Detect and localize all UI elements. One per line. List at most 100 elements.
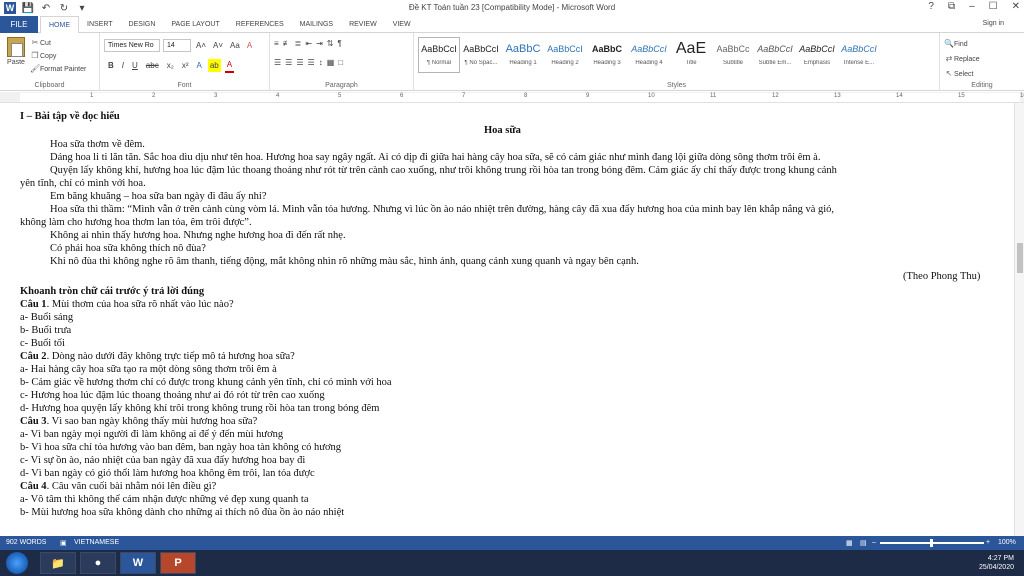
increase-indent-icon[interactable]: ⇥ — [316, 39, 323, 48]
strikethrough-button[interactable]: abc — [144, 59, 161, 72]
tab-review[interactable]: REVIEW — [341, 16, 385, 33]
tab-references[interactable]: REFERENCES — [228, 16, 292, 33]
paste-button[interactable]: Paste — [4, 37, 28, 75]
tab-insert[interactable]: INSERT — [79, 16, 121, 33]
style-intense-emphasis[interactable]: AaBbCcI Intense E... — [838, 37, 880, 73]
replace-button[interactable]: ⇄ Replace — [944, 52, 980, 67]
window-title: Đề KT Toán tuần 23 [Compatibility Mode] … — [408, 3, 616, 12]
shrink-font-button[interactable]: A˅ — [211, 39, 225, 52]
highlight-button[interactable]: ab — [207, 59, 221, 72]
select-button[interactable]: ↖ Select — [944, 67, 980, 82]
tab-mailings[interactable]: MAILINGS — [292, 16, 341, 33]
help-button[interactable]: ? — [928, 1, 934, 12]
font-label: Font — [177, 82, 192, 89]
grow-font-button[interactable]: A˄ — [194, 39, 208, 52]
underline-button[interactable]: U — [130, 59, 140, 72]
clock-time[interactable]: 4:27 PM — [979, 554, 1014, 563]
answer-option: a- Vì ban ngày mọi người đi làm không ai… — [20, 429, 284, 440]
word-taskbar-app[interactable]: W — [120, 552, 156, 574]
font-color-button[interactable]: A — [224, 58, 235, 73]
zoom-level[interactable]: 100% — [998, 539, 1016, 546]
start-button[interactable] — [6, 552, 28, 574]
styles-label: Styles — [666, 82, 687, 89]
title-bar: W 💾 ↶ ↻ ▾ Đề KT Toán tuần 23 [Compatibil… — [0, 0, 1024, 16]
tab-file[interactable]: FILE — [0, 16, 38, 33]
shading-icon[interactable]: ▦ — [327, 58, 335, 67]
powerpoint-taskbar-app[interactable]: P — [160, 552, 196, 574]
brush-icon: 🖌 — [30, 64, 41, 73]
format-painter-button[interactable]: 🖌Format Painter — [30, 63, 86, 76]
cut-button[interactable]: ✂ Cut — [30, 37, 86, 50]
find-button[interactable]: 🔍Find — [944, 37, 980, 52]
doc-line: yên tĩnh, chỉ có mình với hoa. — [20, 178, 146, 189]
sort-icon[interactable]: ⇅ — [327, 39, 334, 48]
horizontal-ruler[interactable]: 12345678910111213141516 — [0, 92, 1024, 103]
zoom-out-button[interactable]: – — [872, 539, 876, 546]
tab-page-layout[interactable]: PAGE LAYOUT — [163, 16, 227, 33]
show-marks-icon[interactable]: ¶ — [337, 39, 341, 48]
style-heading-4[interactable]: AaBbCcI Heading 4 — [628, 37, 670, 73]
tab-design[interactable]: DESIGN — [121, 16, 164, 33]
minimize-button[interactable]: – — [969, 1, 975, 12]
ruler-tick-label: 6 — [400, 93, 404, 99]
read-mode-icon[interactable]: ▦ — [846, 539, 853, 547]
style-heading-1[interactable]: AaBbC Heading 1 — [502, 37, 544, 73]
tab-home[interactable]: HOME — [40, 16, 79, 34]
align-left-icon[interactable]: ☰ — [274, 58, 281, 67]
style-no-spacing[interactable]: AaBbCcI ¶ No Spac... — [460, 37, 502, 73]
word-count[interactable]: 902 WORDS — [6, 539, 46, 546]
line-spacing-icon[interactable]: ↕ — [319, 58, 323, 67]
align-right-icon[interactable]: ☰ — [296, 58, 303, 67]
scroll-thumb[interactable] — [1017, 243, 1023, 273]
style-subtle-emphasis[interactable]: AaBbCcI Subtle Em... — [754, 37, 796, 73]
copy-icon: ❐ — [31, 51, 39, 60]
italic-button[interactable]: I — [120, 59, 126, 72]
style-normal[interactable]: AaBbCcI ¶ Normal — [418, 37, 460, 73]
multilevel-list-icon[interactable]: ≣ — [295, 39, 302, 48]
replace-icon: ⇄ — [945, 54, 953, 63]
doc-line: không làm cho hương hoa thơm lan tỏa, êm… — [20, 217, 252, 228]
font-size-select[interactable]: 14 — [163, 39, 191, 52]
clock-date[interactable]: 25/04/2020 — [979, 563, 1014, 572]
style-heading-2[interactable]: AaBbCcI Heading 2 — [544, 37, 586, 73]
justify-icon[interactable]: ☰ — [308, 58, 315, 67]
subscript-button[interactable]: x₂ — [165, 59, 176, 72]
maximize-button[interactable]: ☐ — [989, 1, 998, 12]
align-center-icon[interactable]: ☰ — [285, 58, 292, 67]
copy-button[interactable]: ❐Copy — [30, 50, 86, 63]
tab-view[interactable]: VIEW — [385, 16, 419, 33]
language-indicator[interactable]: VIETNAMESE — [74, 539, 119, 546]
answer-option: a- Buổi sáng — [20, 312, 74, 323]
chrome-icon[interactable]: ● — [80, 552, 116, 574]
style-emphasis[interactable]: AaBbCcI Emphasis — [796, 37, 838, 73]
poem-title: Hoa sữa — [484, 125, 521, 136]
font-name-select[interactable]: Times New Ro — [104, 39, 160, 52]
explorer-icon[interactable]: 📁 — [40, 552, 76, 574]
text-effects-button[interactable]: A — [194, 59, 203, 72]
bullets-icon[interactable]: ≡ — [274, 39, 279, 48]
change-case-button[interactable]: Aa — [228, 39, 242, 52]
clipboard-group: Paste ✂ Cut ❐Copy 🖌Format Painter Clipboa… — [0, 33, 100, 91]
superscript-button[interactable]: x² — [180, 59, 191, 72]
decrease-indent-icon[interactable]: ⇤ — [305, 39, 312, 48]
style-heading-3[interactable]: AaBbC Heading 3 — [586, 37, 628, 73]
zoom-thumb[interactable] — [930, 539, 933, 547]
bold-button[interactable]: B — [106, 59, 116, 72]
vertical-scrollbar[interactable] — [1014, 103, 1024, 536]
ribbon-display-button[interactable]: ⧉ — [948, 1, 955, 12]
ruler-tick-label: 16 — [1020, 93, 1024, 99]
zoom-slider[interactable] — [880, 539, 984, 547]
style-title[interactable]: AaE Title — [670, 37, 712, 73]
sign-in-link[interactable]: Sign in — [983, 20, 1004, 27]
clear-formatting-button[interactable]: A — [245, 39, 254, 52]
borders-icon[interactable]: □ — [338, 58, 343, 67]
answer-option: c- Buổi tối — [20, 338, 65, 349]
zoom-in-button[interactable]: + — [986, 539, 990, 546]
numbering-icon[interactable]: ≢ — [283, 39, 291, 48]
print-layout-icon[interactable]: ▤ — [860, 539, 867, 547]
ruler-tick-label: 12 — [772, 93, 779, 99]
style-subtitle[interactable]: AaBbCc Subtitle — [712, 37, 754, 73]
close-button[interactable]: ✕ — [1012, 1, 1020, 12]
proofing-icon[interactable]: ▣ — [60, 539, 67, 547]
document-body[interactable]: I – Bài tập về đọc hiểu Hoa sữa Hoa sữa … — [0, 103, 1014, 536]
